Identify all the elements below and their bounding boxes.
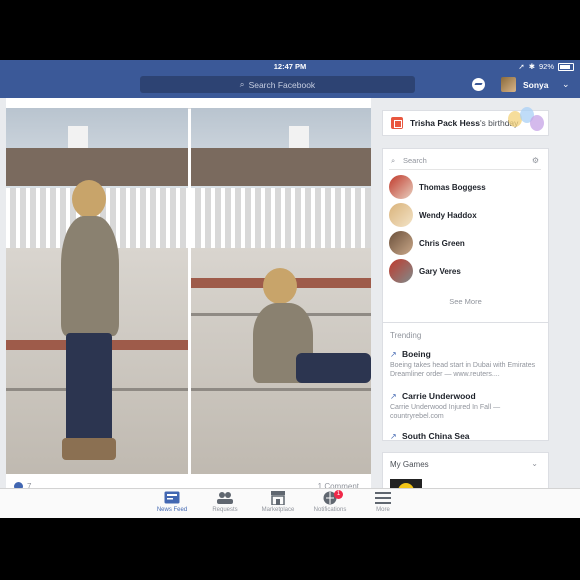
contact-name: Thomas Boggess xyxy=(419,183,486,192)
tab-label: Marketplace xyxy=(261,507,295,513)
notifications-icon: 1 xyxy=(307,490,353,505)
gift-icon xyxy=(391,117,403,129)
news-feed-icon xyxy=(149,491,195,505)
contacts-panel: ⌕ Search ⚙ Thomas Boggess Wendy Haddox C… xyxy=(382,148,549,346)
gear-icon[interactable]: ⚙ xyxy=(532,156,539,165)
trending-title: Trending xyxy=(390,331,422,340)
bluetooth-icon: ✱ xyxy=(528,62,535,71)
see-more-link[interactable]: See More xyxy=(383,297,548,306)
trending-arrow-icon: ↗ xyxy=(390,350,397,359)
tab-label: More xyxy=(376,507,390,513)
battery-percent: 92% xyxy=(538,62,554,71)
birthday-name[interactable]: Trisha Pack Hess xyxy=(410,118,480,128)
device-bezel xyxy=(0,518,580,580)
marketplace-icon xyxy=(255,491,301,506)
avatar xyxy=(389,231,413,255)
status-time: 12:47 PM xyxy=(273,62,307,71)
requests-icon xyxy=(202,491,248,505)
birthday-reminder[interactable]: Trisha Pack Hess's birthday xyxy=(382,107,549,136)
avatar xyxy=(389,259,413,283)
facebook-app-screen: 12:47 PM ➚ ✱ 92% ⌕ Search Facebook Sonya… xyxy=(0,60,580,518)
search-icon: ⌕ xyxy=(391,156,396,165)
trending-topic: South China Sea xyxy=(402,431,470,441)
games-title: My Games xyxy=(390,460,429,469)
tab-marketplace[interactable]: Marketplace xyxy=(255,491,301,513)
contact-item[interactable]: Thomas Boggess xyxy=(389,175,539,199)
contact-name: Chris Green xyxy=(419,239,465,248)
notification-badge: 1 xyxy=(334,490,343,499)
search-input[interactable]: ⌕ Search Facebook xyxy=(140,76,415,93)
contact-name: Wendy Haddox xyxy=(419,211,477,220)
trending-arrow-icon: ↗ xyxy=(390,432,397,441)
trending-description: Carrie Underwood Injured In Fall — count… xyxy=(390,404,501,420)
chevron-down-icon[interactable]: ⌄ xyxy=(531,459,538,468)
tab-more[interactable]: More xyxy=(360,491,406,513)
balloons-icon xyxy=(504,107,546,135)
location-icon: ➚ xyxy=(518,62,525,71)
contact-item[interactable]: Gary Veres xyxy=(389,259,539,283)
trending-arrow-icon: ↗ xyxy=(390,392,397,401)
top-navigation-bar: 12:47 PM ➚ ✱ 92% ⌕ Search Facebook Sonya… xyxy=(0,60,580,98)
bottom-tab-bar: News Feed Requests Marketplace 1 Notific… xyxy=(0,488,580,519)
news-feed-post: 7 1 Comment xyxy=(6,98,371,518)
profile-name[interactable]: Sonya xyxy=(523,80,549,90)
tab-label: News Feed xyxy=(156,507,188,513)
search-placeholder: Search Facebook xyxy=(248,79,316,90)
trending-panel: Trending ↗ Boeing Boeing takes head star… xyxy=(382,322,549,441)
tab-label: Requests xyxy=(212,507,238,513)
status-bar: 12:47 PM ➚ ✱ 92% xyxy=(0,60,580,72)
avatar[interactable] xyxy=(501,77,516,92)
post-photo-standing[interactable] xyxy=(6,108,188,474)
battery-icon xyxy=(558,62,574,71)
post-photo-sitting[interactable] xyxy=(191,108,371,474)
trending-description: Boeing takes head start in Dubai with Em… xyxy=(390,362,536,378)
trending-topic: Carrie Underwood xyxy=(402,391,476,401)
tab-requests[interactable]: Requests xyxy=(202,491,248,513)
birthday-text: Trisha Pack Hess's birthday xyxy=(410,118,518,128)
tab-news-feed[interactable]: News Feed xyxy=(149,491,195,513)
avatar xyxy=(389,175,413,199)
trending-topic: Boeing xyxy=(402,349,431,359)
messenger-icon[interactable] xyxy=(472,78,485,91)
avatar xyxy=(389,203,413,227)
status-indicators: ➚ ✱ 92% xyxy=(518,62,574,71)
chevron-down-icon[interactable]: ⌄ xyxy=(562,79,570,90)
contact-name: Gary Veres xyxy=(419,267,461,276)
tab-notifications[interactable]: 1 Notifications xyxy=(307,490,353,513)
contact-item[interactable]: Chris Green xyxy=(389,231,539,255)
contacts-search-placeholder: Search xyxy=(403,156,427,165)
tab-label: Notifications xyxy=(313,507,347,513)
contact-item[interactable]: Wendy Haddox xyxy=(389,203,539,227)
search-icon: ⌕ xyxy=(239,79,245,89)
menu-icon xyxy=(360,491,406,505)
contacts-search-input[interactable]: ⌕ Search ⚙ xyxy=(389,155,541,170)
